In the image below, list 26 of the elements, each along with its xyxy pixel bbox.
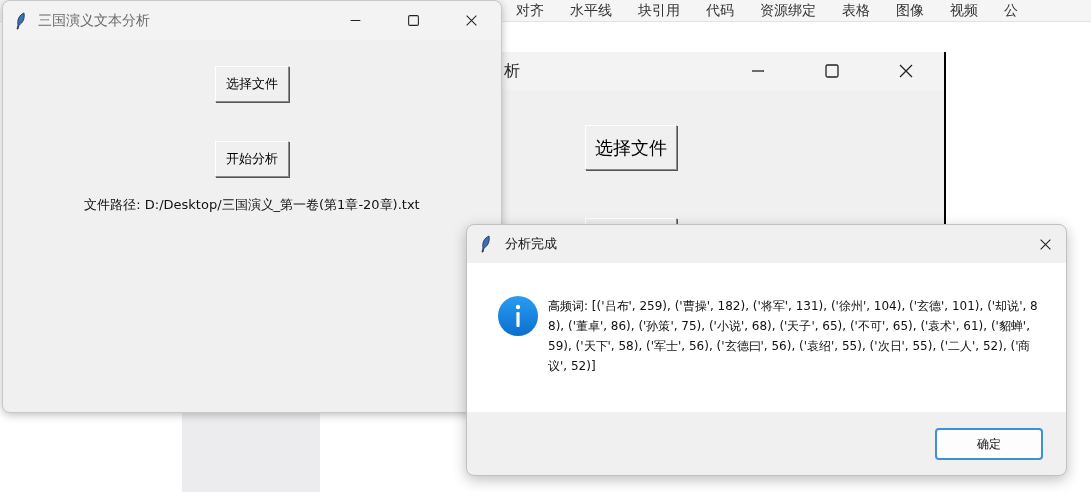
- toolbar-item[interactable]: 块引用: [638, 0, 680, 21]
- dialog-message: 高频词: [('吕布', 259), ('曹操', 182), ('将军', 131), ('徐州', 104), ('玄德', 101), ('却说', 88), ('董卓', 86), ('孙策', 75), ('小说', 68), ('天子', 65), ('不可', 65), ('袁术', 61), ('貂蝉', 59), ('天下', 58), ('军士', 56), ('玄德曰', 56), ('袁绍', 55), ('次日', 55), ('二人', 52), ('商议', 52)]: [548, 298, 1038, 375]
- window-title: 三国演义文本分析: [38, 11, 151, 30]
- toolbar-item[interactable]: 视频: [950, 0, 978, 21]
- dialog-title: 分析完成: [505, 235, 558, 254]
- toolbar-item[interactable]: 表格: [842, 0, 870, 21]
- toolbar-item[interactable]: 对齐: [516, 0, 544, 21]
- file-path-label: 文件路径: D:/Desktop/三国演义_第一卷(第1章-20章).txt: [84, 196, 420, 214]
- select-file-button[interactable]: 选择文件: [585, 125, 677, 170]
- toolbar-item[interactable]: 水平线: [570, 0, 612, 21]
- window-title: 析: [504, 60, 520, 82]
- toolbar-item[interactable]: 公: [1004, 0, 1018, 21]
- info-icon: [498, 296, 538, 336]
- feather-icon: [481, 235, 491, 253]
- feather-icon: [16, 11, 26, 30]
- maximize-icon[interactable]: [407, 14, 420, 27]
- close-icon[interactable]: [898, 63, 914, 79]
- maximize-icon[interactable]: [824, 63, 840, 79]
- ok-button[interactable]: 确定: [935, 427, 1043, 460]
- close-icon[interactable]: [465, 14, 478, 27]
- close-icon[interactable]: [1039, 237, 1052, 251]
- start-analysis-button[interactable]: 开始分析: [215, 141, 289, 177]
- toolbar-item[interactable]: 代码: [706, 0, 734, 21]
- select-file-button[interactable]: 选择文件: [215, 66, 289, 102]
- toolbar-item[interactable]: 图像: [896, 0, 924, 21]
- toolbar-item[interactable]: 资源绑定: [760, 0, 816, 21]
